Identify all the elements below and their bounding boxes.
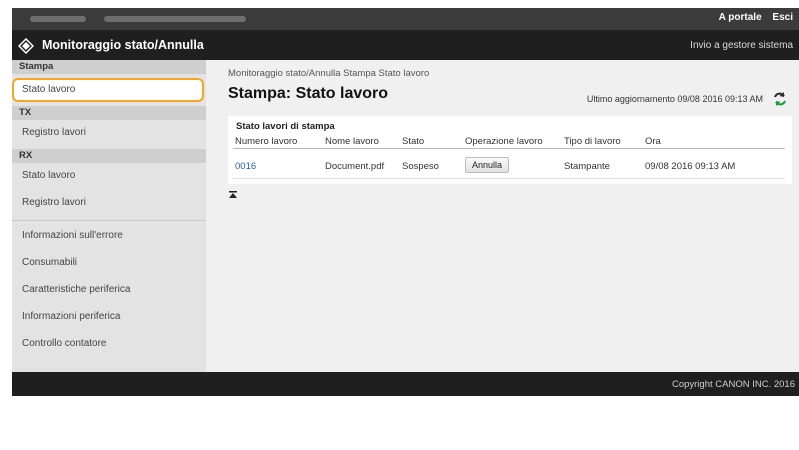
column-header-job-operation: Operazione lavoro [465, 136, 543, 147]
device-info-blur [104, 16, 246, 22]
sidebar-item-device-features[interactable]: Caratteristiche periferica [12, 284, 206, 295]
app-title: Monitoraggio stato/Annulla [42, 38, 204, 52]
column-header-job-name: Nome lavoro [325, 136, 379, 147]
sidebar-item-counter-check[interactable]: Controllo contatore [12, 338, 206, 349]
portal-link[interactable]: A portale [719, 12, 762, 23]
breadcrumb-item: Stato lavoro [378, 68, 430, 79]
print-job-status-panel: Stato lavori di stampa Numero lavoro Nom… [228, 116, 792, 184]
footer: Copyright CANON INC. 2016 [12, 372, 799, 396]
sidebar-section-tx: TX [12, 106, 206, 120]
back-to-top-icon[interactable] [228, 190, 238, 200]
sidebar-item-consumables[interactable]: Consumabili [12, 257, 206, 268]
app-frame: A portale Esci Monitoraggio stato/Annull… [12, 8, 799, 450]
canon-logo-icon [18, 38, 34, 54]
sidebar-section-stampa: Stampa [12, 60, 206, 74]
sidebar-item-rx-job-status[interactable]: Stato lavoro [12, 170, 206, 181]
last-updated-text: Ultimo aggiornamento 09/08 2016 09:13 AM [586, 94, 763, 104]
sidebar-item-device-info[interactable]: Informazioni periferica [12, 311, 206, 322]
job-type-cell: Stampante [564, 161, 610, 172]
top-bar: A portale Esci [12, 8, 799, 30]
panel-title: Stato lavori di stampa [236, 121, 335, 132]
device-name-blur [30, 16, 86, 22]
sidebar-item-error-info[interactable]: Informazioni sull'errore [12, 230, 206, 241]
logout-link[interactable]: Esci [772, 12, 793, 23]
job-status-cell: Sospeso [402, 161, 439, 172]
sidebar-section-rx: RX [12, 149, 206, 163]
column-header-status: Stato [402, 136, 425, 147]
copyright-text: Copyright CANON INC. 2016 [671, 379, 795, 390]
sidebar-item-tx-job-log[interactable]: Registro lavori [12, 127, 206, 138]
top-links: A portale Esci [711, 12, 793, 23]
sidebar-divider [12, 220, 206, 221]
main-content: Monitoraggio stato/Annulla Stampa Stato … [206, 60, 799, 372]
job-time-cell: 09/08 2016 09:13 AM [645, 161, 736, 172]
sidebar-item-print-job-status[interactable]: Stato lavoro [12, 78, 204, 102]
column-header-job-type: Tipo di lavoro [564, 136, 621, 147]
page-title: Stampa: Stato lavoro [228, 85, 389, 102]
breadcrumb-item[interactable]: Monitoraggio stato/Annulla [228, 68, 341, 79]
cancel-job-button[interactable]: Annulla [465, 157, 509, 173]
column-header-time: Ora [645, 136, 661, 147]
job-name-cell: Document.pdf [325, 161, 385, 172]
sidebar-item-rx-job-log[interactable]: Registro lavori [12, 197, 206, 208]
row-divider [233, 178, 785, 179]
title-bar: Monitoraggio stato/Annulla Invio a gesto… [12, 30, 799, 60]
column-header-job-number: Numero lavoro [235, 136, 298, 147]
breadcrumb-item[interactable]: Stampa [343, 68, 376, 79]
job-number-link[interactable]: 0016 [235, 161, 256, 172]
sidebar: Stampa Stato lavoro TX Registro lavori R… [12, 60, 206, 372]
refresh-icon[interactable] [771, 90, 789, 108]
system-manager-link[interactable]: Invio a gestore sistema [690, 40, 793, 51]
breadcrumb: Monitoraggio stato/Annulla Stampa Stato … [228, 68, 429, 79]
table-header: Numero lavoro Nome lavoro Stato Operazio… [233, 134, 785, 149]
